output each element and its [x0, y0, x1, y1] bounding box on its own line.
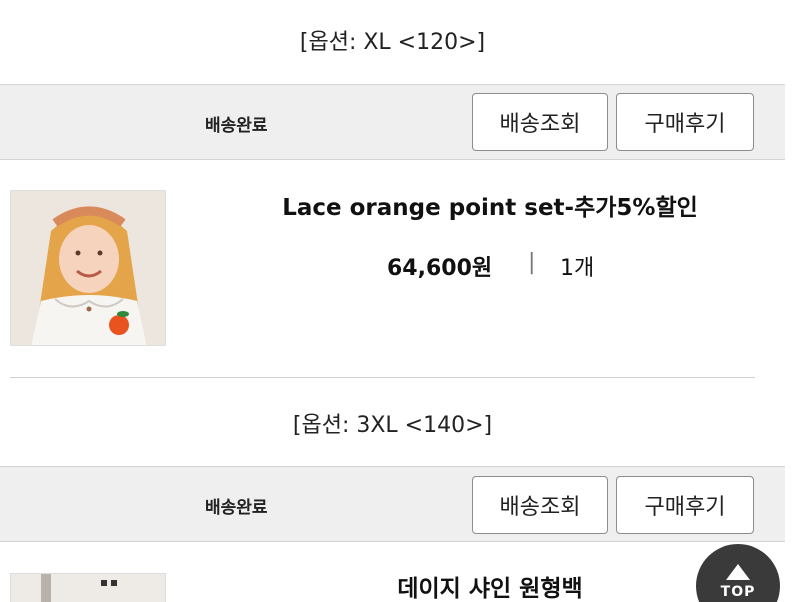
- order-product-item: 데이지 샤인 원형백: [0, 543, 785, 602]
- product-thumbnail[interactable]: [10, 190, 166, 346]
- option-text: [옵션: 3XL <140>]: [292, 413, 493, 438]
- delivery-status-label: 배송완료: [205, 116, 268, 136]
- track-delivery-button[interactable]: 배송조회: [472, 93, 608, 151]
- product-name[interactable]: Lace orange point set-추가5%할인: [190, 188, 790, 222]
- arrow-up-icon: [726, 564, 750, 580]
- divider: [10, 377, 755, 378]
- product-thumbnail[interactable]: [10, 573, 166, 602]
- write-review-button[interactable]: 구매후기: [616, 476, 754, 534]
- option-text: [옵션: XL <120>]: [299, 30, 486, 55]
- product-quantity: 1개: [560, 256, 595, 281]
- price-quantity-separator: |: [528, 250, 536, 275]
- write-review-button[interactable]: 구매후기: [616, 93, 754, 151]
- product-price: 64,600원: [387, 256, 493, 281]
- top-button-label: TOP: [720, 584, 756, 600]
- order-status-bar: 배송완료 배송조회 구매후기: [0, 466, 785, 542]
- track-delivery-button[interactable]: 배송조회: [472, 476, 608, 534]
- order-status-bar: 배송완료 배송조회 구매후기: [0, 84, 785, 160]
- order-product-item: Lace orange point set-추가5%할인 64,600원 | 1…: [0, 160, 785, 376]
- delivery-status-label: 배송완료: [205, 498, 268, 518]
